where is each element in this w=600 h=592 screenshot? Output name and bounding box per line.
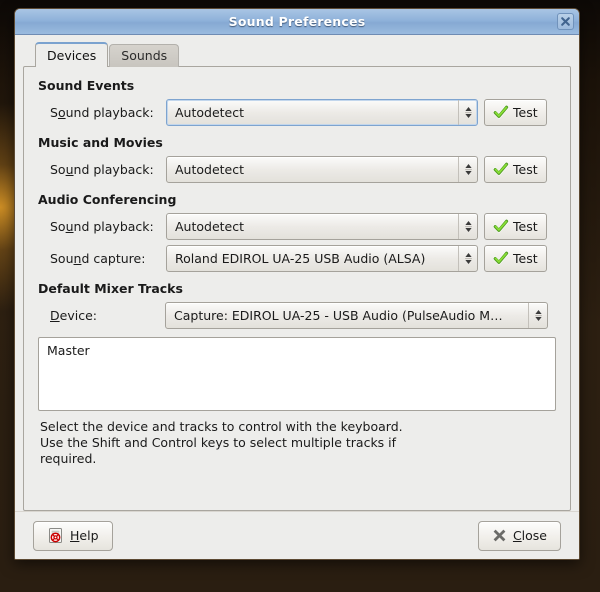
test-button-music[interactable]: Test [484,155,547,183]
check-icon [493,219,509,233]
label-suffix: evice: [59,307,97,323]
tab-devices[interactable]: Devices [35,42,109,68]
combo-sound-events-playback[interactable]: Autodetect [166,98,478,126]
label-prefix: So [50,218,66,234]
tab-devices-label: Devices [47,48,97,63]
label-music-playback: Sound playback: [38,162,166,177]
close-x-icon [493,529,506,542]
chevron-updown-icon [458,99,477,125]
test-button-music-label: Test [513,161,538,177]
window-title: Sound Preferences [228,14,366,29]
group-sound-events-title: Sound Events [38,78,135,93]
close-label-suffix: lose [521,528,547,543]
devices-tab-page: Sound Events Sound playback: Autodetect [23,66,571,511]
close-icon [561,17,570,26]
group-audio-conferencing: Audio Conferencing Sound playback: Autod… [38,192,556,272]
label-suffix: und playback: [65,104,154,120]
mixer-tracks-list[interactable]: Master [38,337,556,411]
combo-sound-events-playback-value: Autodetect [175,104,245,120]
label-prefix: So [50,161,66,177]
label-suffix: d capture: [81,250,146,266]
group-default-mixer-tracks: Default Mixer Tracks Device: Capture: ED… [38,281,556,467]
chevron-updown-icon [458,245,477,271]
row-conferencing-playback: Sound playback: Autodetect Test [38,212,556,240]
close-button-label: Close [513,528,547,543]
test-button-conferencing-capture[interactable]: Test [484,244,547,272]
check-icon [493,105,509,119]
group-music-and-movies-title: Music and Movies [38,135,163,150]
sound-preferences-dialog: Sound Preferences Devices Sounds Sound E… [14,8,580,560]
dialog-body: Devices Sounds Sound Events Sound playba… [15,35,579,559]
combo-mixer-device[interactable]: Capture: EDIROL UA-25 - USB Audio (Pulse… [165,301,548,329]
row-conferencing-capture: Sound capture: Roland EDIROL UA-25 USB A… [38,244,556,272]
combo-conferencing-capture[interactable]: Roland EDIROL UA-25 USB Audio (ALSA) [166,244,478,272]
title-bar[interactable]: Sound Preferences [15,9,579,35]
test-button-conferencing-capture-label: Test [513,250,538,266]
label-conferencing-playback: Sound playback: [38,219,166,234]
combo-mixer-device-value: Capture: EDIROL UA-25 - USB Audio (Pulse… [174,307,503,323]
help-button[interactable]: Help [33,520,113,551]
test-button-conferencing-playback-label: Test [513,218,538,234]
group-sound-events: Sound Events Sound playback: Autodetect [38,78,556,126]
close-button[interactable]: Close [477,520,561,551]
combo-conferencing-playback-value: Autodetect [175,218,245,234]
list-item[interactable]: Master [44,342,550,359]
label-suffix: nd playback: [73,161,154,177]
chevron-updown-icon [458,213,477,239]
label-suffix: nd playback: [73,218,154,234]
group-music-and-movies: Music and Movies Sound playback: Autodet… [38,135,556,183]
help-button-label: Help [70,528,99,543]
row-mixer-device: Device: Capture: EDIROL UA-25 - USB Audi… [38,301,556,329]
chevron-updown-icon [528,302,547,328]
help-label-mnemonic: H [70,528,80,543]
close-label-mnemonic: C [512,528,522,543]
check-icon [493,162,509,176]
chevron-updown-icon [458,156,477,182]
help-label-suffix: elp [79,528,99,543]
test-button-sound-events[interactable]: Test [484,98,547,126]
mixer-hint-line-1: Select the device and tracks to control … [40,419,403,434]
label-conferencing-capture: Sound capture: [38,251,166,266]
label-prefix: S [50,104,58,120]
label-mnemonic: u [65,218,74,234]
tab-sounds[interactable]: Sounds [109,44,180,67]
label-mnemonic: u [65,161,74,177]
label-mnemonic: o [57,104,66,120]
label-prefix: Sou [50,250,74,266]
mixer-hint-text: Select the device and tracks to control … [38,419,556,467]
dialog-action-bar: Help Close [15,511,579,559]
row-music-playback: Sound playback: Autodetect Test [38,155,556,183]
help-document-icon [49,528,62,543]
test-button-conferencing-playback[interactable]: Test [484,212,547,240]
label-mixer-device: Device: [38,308,166,323]
combo-conferencing-playback[interactable]: Autodetect [166,212,478,240]
test-button-sound-events-label: Test [513,104,538,120]
mixer-hint-line-2: Use the Shift and Control keys to select… [40,435,397,450]
label-mnemonic: D [50,307,60,323]
combo-music-playback[interactable]: Autodetect [166,155,478,183]
label-sound-events-playback: Sound playback: [38,105,166,120]
combo-music-playback-value: Autodetect [175,161,245,177]
window-close-button[interactable] [557,13,574,30]
combo-conferencing-capture-value: Roland EDIROL UA-25 USB Audio (ALSA) [175,250,426,266]
row-sound-events-playback: Sound playback: Autodetect Test [38,98,556,126]
tab-strip: Devices Sounds [23,42,571,68]
group-default-mixer-tracks-title: Default Mixer Tracks [38,281,183,296]
tab-sounds-label: Sounds [121,48,168,63]
mixer-hint-line-3: required. [40,451,97,466]
group-audio-conferencing-title: Audio Conferencing [38,192,177,207]
check-icon [493,251,509,265]
